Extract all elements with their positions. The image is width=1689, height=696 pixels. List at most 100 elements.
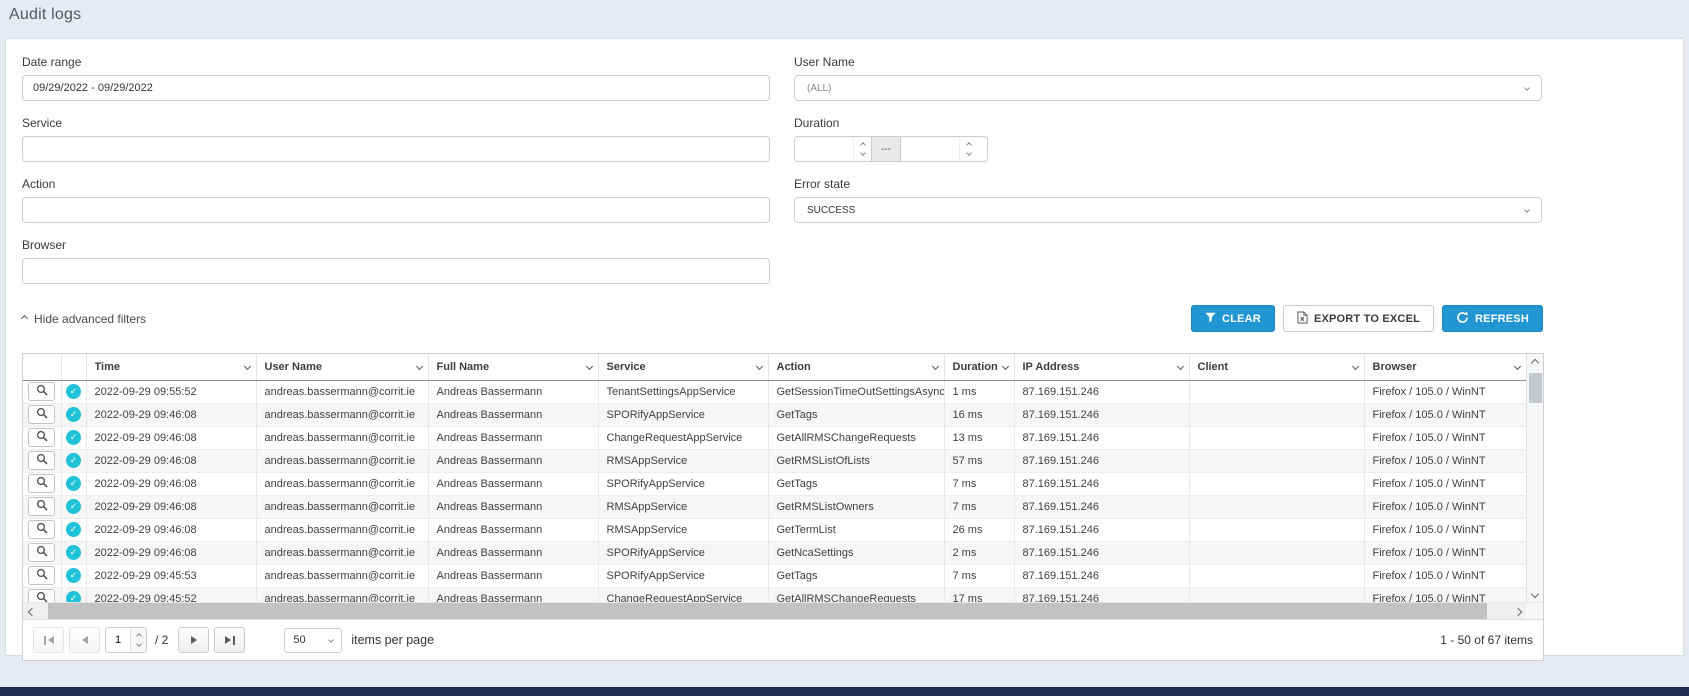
scroll-up-button[interactable] [1527,354,1544,371]
cell-time: 2022-09-29 09:46:08 [86,495,256,518]
horizontal-scrollbar-thumb[interactable] [48,603,1487,619]
action-input[interactable] [22,197,770,223]
cell-ip-address: 87.169.151.246 [1014,403,1189,426]
vertical-scrollbar-thumb[interactable] [1529,373,1542,403]
cell-user-name: andreas.bassermann@corrit.ie [256,380,428,403]
row-details-button[interactable] [28,382,55,401]
column-header-service[interactable]: Service [598,354,768,380]
chevron-down-icon[interactable] [931,363,938,370]
cell-full-name: Andreas Bassermann [428,426,598,449]
duration-max-input[interactable] [901,137,959,161]
duration-max-stepper[interactable] [959,137,977,161]
column-header-ip-address[interactable]: IP Address [1014,354,1189,380]
first-page-button[interactable] [33,627,64,653]
row-details-button[interactable] [28,497,55,516]
chevron-down-icon[interactable] [136,641,142,647]
page-size-select[interactable]: 50 [284,628,342,653]
chevron-up-icon[interactable] [966,142,972,148]
chevron-up-icon[interactable] [136,633,142,639]
browser-input[interactable] [22,258,770,284]
row-details-button[interactable] [28,405,55,424]
row-details-button[interactable] [28,520,55,539]
chevron-down-icon[interactable] [1176,363,1183,370]
table-row[interactable]: ✓2022-09-29 09:46:08andreas.bassermann@c… [23,495,1526,518]
row-details-button[interactable] [28,543,55,562]
scroll-down-button[interactable] [1527,585,1544,602]
success-check-icon: ✓ [66,545,81,560]
hide-advanced-filters-link[interactable]: Hide advanced filters [22,312,146,326]
column-header-browser[interactable]: Browser [1364,354,1526,380]
success-check-icon: ✓ [66,430,81,445]
row-details-button[interactable] [28,451,55,470]
column-header-full-name[interactable]: Full Name [428,354,598,380]
row-details-button[interactable] [28,566,55,585]
export-to-excel-button[interactable]: EXPORT TO EXCEL [1283,305,1434,332]
cell-service: SPORifyAppService [598,472,768,495]
table-row[interactable]: ✓2022-09-29 09:46:08andreas.bassermann@c… [23,449,1526,472]
column-header-duration[interactable]: Duration [944,354,1014,380]
table-row[interactable]: ✓2022-09-29 09:45:52andreas.bassermann@c… [23,587,1526,602]
column-header-client[interactable]: Client [1189,354,1364,380]
hide-advanced-filters-label: Hide advanced filters [34,312,146,326]
error-state-select[interactable]: SUCCESS [794,197,1542,223]
column-header-action[interactable]: Action [768,354,944,380]
cell-time: 2022-09-29 09:46:08 [86,518,256,541]
refresh-button[interactable]: REFRESH [1442,305,1543,332]
chevron-down-icon[interactable] [755,363,762,370]
items-per-page-label: items per page [351,633,434,647]
cell-duration: 7 ms [944,564,1014,587]
table-row[interactable]: ✓2022-09-29 09:46:08andreas.bassermann@c… [23,472,1526,495]
cell-browser: Firefox / 105.0 / WinNT [1364,518,1526,541]
cell-time: 2022-09-29 09:46:08 [86,426,256,449]
cell-client [1189,426,1364,449]
duration-min-stepper[interactable] [853,137,871,161]
row-details-button[interactable] [28,474,55,493]
chevron-down-icon[interactable] [415,363,422,370]
magnifier-icon [36,545,48,560]
page-number-stepper[interactable] [130,628,146,652]
chevron-down-icon[interactable] [860,150,866,156]
column-header-time[interactable]: Time [86,354,256,380]
last-page-button[interactable] [214,627,245,653]
chevron-down-icon[interactable] [1514,363,1521,370]
cell-duration: 57 ms [944,449,1014,472]
cell-action: GetTermList [768,518,944,541]
table-row[interactable]: ✓2022-09-29 09:46:08andreas.bassermann@c… [23,541,1526,564]
user-name-select[interactable]: (ALL) [794,75,1542,101]
user-name-select-value: (ALL) [807,83,1525,94]
chevron-up-icon[interactable] [860,142,866,148]
cell-user-name: andreas.bassermann@corrit.ie [256,449,428,472]
page-title-bar: Audit logs [0,0,1689,30]
browser-label: Browser [22,238,770,252]
table-row[interactable]: ✓2022-09-29 09:46:08andreas.bassermann@c… [23,426,1526,449]
chevron-down-icon[interactable] [243,363,250,370]
page-number-input[interactable] [106,628,130,652]
success-check-icon: ✓ [66,591,81,602]
cell-action: GetRMSListOwners [768,495,944,518]
previous-page-button[interactable] [69,627,100,653]
scroll-right-button[interactable] [1509,603,1526,620]
chevron-down-icon[interactable] [585,363,592,370]
column-header-user-name[interactable]: User Name [256,354,428,380]
table-row[interactable]: ✓2022-09-29 09:55:52andreas.bassermann@c… [23,380,1526,403]
row-details-button[interactable] [28,428,55,447]
cell-user-name: andreas.bassermann@corrit.ie [256,403,428,426]
table-row[interactable]: ✓2022-09-29 09:46:08andreas.bassermann@c… [23,403,1526,426]
row-details-button[interactable] [28,589,55,602]
service-field: Service [22,116,770,162]
cell-browser: Firefox / 105.0 / WinNT [1364,449,1526,472]
chevron-down-icon[interactable] [1001,363,1008,370]
clear-button[interactable]: CLEAR [1191,305,1275,332]
chevron-down-icon [1531,589,1539,597]
date-range-input[interactable] [22,75,770,101]
next-page-button[interactable] [178,627,209,653]
scroll-left-button[interactable] [23,603,40,620]
table-row[interactable]: ✓2022-09-29 09:46:08andreas.bassermann@c… [23,518,1526,541]
cell-browser: Firefox / 105.0 / WinNT [1364,472,1526,495]
duration-min-input[interactable] [795,137,853,161]
chevron-down-icon[interactable] [966,150,972,156]
chevron-down-icon[interactable] [1351,363,1358,370]
cell-duration: 7 ms [944,495,1014,518]
service-input[interactable] [22,136,770,162]
table-row[interactable]: ✓2022-09-29 09:45:53andreas.bassermann@c… [23,564,1526,587]
